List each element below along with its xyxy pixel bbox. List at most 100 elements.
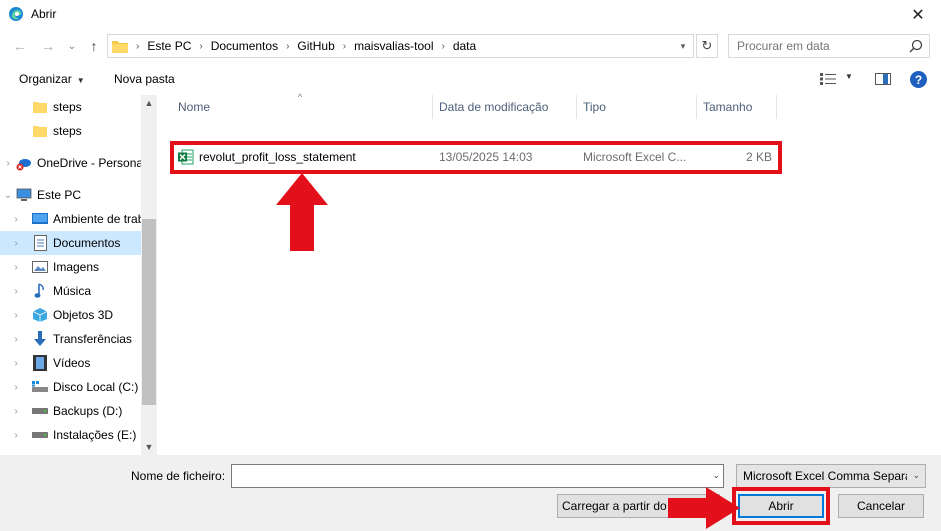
sidebar-item-label: Imagens: [53, 260, 100, 274]
folder-icon: [112, 40, 128, 53]
up-arrow-icon: ↑: [90, 38, 98, 54]
objects3d-icon: [32, 307, 48, 323]
chevron-down-icon: ▾: [680, 40, 686, 51]
forward-button[interactable]: →: [38, 36, 58, 56]
annotation-right-arrow-icon: [668, 487, 740, 529]
sidebar-item-disco-c[interactable]: › Disco Local (C:): [0, 375, 141, 399]
column-header-modified[interactable]: Data de modificação: [439, 95, 548, 119]
organize-label: Organizar: [19, 72, 72, 86]
breadcrumb-item[interactable]: GitHub: [297, 39, 334, 53]
collapse-arrow-icon[interactable]: ⌄: [0, 190, 16, 201]
breadcrumb-separator: ›: [286, 40, 290, 52]
close-button[interactable]: ✕: [895, 0, 941, 30]
sidebar-item-imagens[interactable]: › Imagens: [0, 255, 141, 279]
expand-arrow-icon[interactable]: ›: [0, 214, 32, 225]
chevron-down-icon: ⌄: [912, 470, 920, 480]
expand-arrow-icon[interactable]: ›: [0, 262, 32, 273]
sidebar-scrollbar[interactable]: ▲ ▼: [141, 95, 157, 455]
downloads-icon: [32, 331, 48, 347]
expand-arrow-icon[interactable]: ›: [0, 238, 32, 249]
expand-arrow-icon[interactable]: ›: [0, 158, 16, 169]
search-box[interactable]: [728, 34, 930, 58]
refresh-icon: ↻: [701, 38, 713, 53]
folder-icon: [32, 123, 48, 139]
scroll-up-icon[interactable]: ▲: [141, 95, 157, 111]
chevron-down-icon[interactable]: ⌄: [712, 470, 720, 481]
column-divider[interactable]: [776, 95, 777, 119]
organize-menu[interactable]: Organizar ▼: [19, 72, 85, 86]
scroll-down-icon[interactable]: ▼: [141, 439, 157, 455]
edge-browser-icon: [9, 7, 23, 21]
expand-arrow-icon[interactable]: ›: [0, 406, 32, 417]
onedrive-icon: [16, 155, 32, 171]
breadcrumb-item[interactable]: data: [453, 39, 476, 53]
sidebar-item-label: Objetos 3D: [53, 308, 114, 322]
column-divider[interactable]: [696, 95, 697, 119]
filename-input[interactable]: [236, 466, 706, 486]
search-input[interactable]: [737, 36, 907, 56]
breadcrumb-item[interactable]: maisvalias-tool: [354, 39, 433, 53]
sort-ascending-icon: ^: [298, 92, 303, 102]
expand-arrow-icon[interactable]: ›: [0, 310, 32, 321]
recent-locations-button[interactable]: ⌄: [62, 36, 82, 56]
cancel-button[interactable]: Cancelar: [838, 494, 924, 518]
computer-icon: [16, 187, 32, 203]
sidebar-item-documentos[interactable]: › Documentos: [0, 231, 141, 255]
up-button[interactable]: ↑: [84, 36, 104, 56]
sidebar-item-instalacoes-e[interactable]: › Instalações (E:): [0, 423, 141, 447]
expand-arrow-icon[interactable]: ›: [0, 286, 32, 297]
sidebar-item-label: Backups (D:): [53, 404, 123, 418]
view-options-icon[interactable]: [820, 73, 836, 85]
close-icon: ✕: [911, 7, 925, 24]
expand-arrow-icon[interactable]: ›: [0, 430, 32, 441]
sidebar-item-label: Este PC: [37, 188, 82, 202]
drive-icon: [32, 427, 48, 443]
sidebar-item-onedrive[interactable]: › OneDrive - Personal: [0, 151, 141, 175]
column-header-type[interactable]: Tipo: [583, 95, 606, 119]
column-header-name[interactable]: Nome: [178, 95, 210, 119]
sidebar-item-steps[interactable]: steps: [0, 95, 141, 119]
filename-combobox[interactable]: ⌄: [231, 464, 724, 488]
breadcrumb-item[interactable]: Documentos: [211, 39, 278, 53]
music-icon: [32, 283, 48, 299]
new-folder-button[interactable]: Nova pasta: [114, 72, 175, 86]
breadcrumb: › Este PC › Documentos › GitHub › maisva…: [128, 39, 476, 53]
views-dropdown-icon[interactable]: ▼: [845, 72, 853, 81]
sidebar-item-desktop[interactable]: › Ambiente de trabalho: [0, 207, 141, 231]
breadcrumb-separator: ›: [136, 40, 140, 52]
desktop-icon: [32, 211, 48, 227]
sidebar-item-label: Música: [53, 284, 92, 298]
sidebar-item-este-pc[interactable]: ⌄ Este PC: [0, 183, 141, 207]
refresh-button[interactable]: ↻: [696, 34, 718, 58]
sidebar-item-label: OneDrive - Personal: [37, 156, 141, 170]
address-bar[interactable]: › Este PC › Documentos › GitHub › maisva…: [107, 34, 694, 58]
help-button[interactable]: ?: [910, 71, 927, 88]
expand-arrow-icon[interactable]: ›: [0, 334, 32, 345]
column-header-size[interactable]: Tamanho: [703, 95, 752, 119]
drive-icon: [32, 403, 48, 419]
window-title: Abrir: [31, 7, 57, 21]
sidebar-item-label: Transferências: [53, 332, 132, 346]
column-divider[interactable]: [576, 95, 577, 119]
documents-icon: [32, 235, 48, 251]
sidebar-item-backups-d[interactable]: › Backups (D:): [0, 399, 141, 423]
filename-label: Nome de ficheiro:: [131, 469, 226, 483]
scrollbar-thumb[interactable]: [142, 219, 156, 405]
filetype-value: Microsoft Excel Comma Separated: [743, 469, 907, 483]
sidebar-item-videos[interactable]: › Vídeos: [0, 351, 141, 375]
expand-arrow-icon[interactable]: ›: [0, 382, 32, 393]
address-dropdown-button[interactable]: ▾: [675, 39, 691, 53]
breadcrumb-item[interactable]: Este PC: [147, 39, 191, 53]
column-divider[interactable]: [432, 95, 433, 119]
preview-pane-icon[interactable]: [875, 73, 891, 85]
expand-arrow-icon[interactable]: ›: [0, 358, 32, 369]
videos-icon: [32, 355, 48, 371]
sidebar-item-steps[interactable]: steps: [0, 119, 141, 143]
caret-down-icon: ▼: [76, 76, 85, 85]
filetype-select[interactable]: Microsoft Excel Comma Separated ⌄: [736, 464, 926, 488]
back-button[interactable]: ←: [10, 36, 30, 56]
open-button-highlight-annotation: [732, 487, 830, 525]
sidebar-item-musica[interactable]: › Música: [0, 279, 141, 303]
sidebar-item-objetos-3d[interactable]: › Objetos 3D: [0, 303, 141, 327]
sidebar-item-transferencias[interactable]: › Transferências: [0, 327, 141, 351]
